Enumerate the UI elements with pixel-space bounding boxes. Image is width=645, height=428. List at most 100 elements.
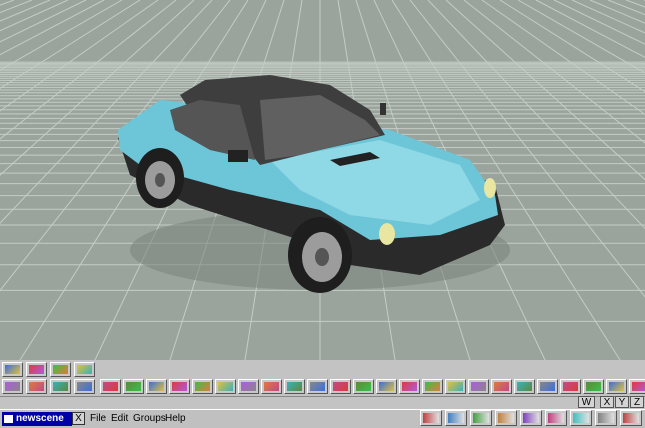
scene-render-button[interactable]	[420, 410, 442, 426]
close-button[interactable]: X	[72, 412, 85, 425]
spline-icon	[563, 382, 578, 391]
lasso-icon	[425, 382, 440, 391]
brush-button[interactable]	[520, 410, 542, 426]
tool-palette	[0, 360, 645, 396]
globe-icon	[598, 413, 614, 423]
arrow-tool-tool-button[interactable]	[284, 379, 305, 394]
map-button[interactable]	[495, 410, 517, 426]
box-tool-button[interactable]	[215, 379, 236, 394]
wave-icon	[517, 382, 532, 391]
circle-icon	[402, 382, 417, 391]
paint-icon	[172, 382, 187, 391]
fire-tool-button[interactable]	[330, 379, 351, 394]
status-row	[0, 396, 645, 410]
view-selector-value: W	[581, 397, 592, 408]
select-arrow-icon	[195, 382, 210, 391]
fire-icon	[333, 382, 348, 391]
texture-tool-button[interactable]	[376, 379, 397, 394]
spray-tool-button[interactable]	[261, 379, 282, 394]
scene-canvas[interactable]	[0, 0, 645, 360]
path-tool-button[interactable]	[445, 379, 466, 394]
scene-tab-label: newscene	[16, 413, 64, 424]
axis-y-button[interactable]: Y	[615, 396, 629, 408]
mountain-button[interactable]	[570, 410, 592, 426]
torus-icon	[241, 382, 256, 391]
sphere-icon	[126, 382, 141, 391]
cube-tool-button[interactable]	[307, 379, 328, 394]
bones-icon	[586, 382, 601, 391]
rotate-tool-button[interactable]	[74, 379, 95, 394]
select-arrow-tool-button[interactable]	[192, 379, 213, 394]
scene-logo-icon	[4, 415, 13, 423]
plane-icon	[471, 382, 486, 391]
magnet-icon	[609, 382, 624, 391]
menu-groups[interactable]: Groups	[133, 413, 166, 424]
keyframe-tool-button[interactable]	[629, 379, 645, 394]
view-selector[interactable]: W	[578, 396, 595, 408]
shapes-tool-button[interactable]	[146, 379, 167, 394]
cube-icon	[310, 382, 325, 391]
grid-tool-button[interactable]	[2, 362, 23, 377]
menu-help[interactable]: Help	[165, 413, 186, 424]
mesh-tool-button[interactable]	[537, 379, 558, 394]
axes-icon	[29, 365, 44, 374]
torus-tool-button[interactable]	[238, 379, 259, 394]
move-axes-tool-button[interactable]	[50, 379, 71, 394]
camera-icon	[53, 365, 68, 374]
spline-curve-button[interactable]	[470, 410, 492, 426]
render-icon	[77, 365, 92, 374]
undo-tool-button[interactable]	[2, 379, 23, 394]
3d-viewport[interactable]	[0, 0, 645, 360]
wireframe-icon	[623, 413, 639, 423]
wireframe-button[interactable]	[620, 410, 642, 426]
render-tool-button[interactable]	[74, 362, 95, 377]
axis-z-button[interactable]: Z	[630, 396, 644, 408]
plane-tool-button[interactable]	[468, 379, 489, 394]
shapes-icon	[149, 382, 164, 391]
undo-icon	[5, 382, 20, 391]
scene-render-icon	[423, 413, 439, 423]
keyframe-icon	[632, 382, 645, 391]
menu-edit[interactable]: Edit	[111, 413, 128, 424]
spline-tool-button[interactable]	[560, 379, 581, 394]
texture-icon	[379, 382, 394, 391]
delete-tool-button[interactable]	[26, 379, 47, 394]
grid-icon	[5, 365, 20, 374]
circle-tool-button[interactable]	[399, 379, 420, 394]
spray-icon	[264, 382, 279, 391]
flag-icon	[548, 413, 564, 423]
axis-x-button[interactable]: X	[600, 396, 614, 408]
axes-tool-button[interactable]	[26, 362, 47, 377]
flag-button[interactable]	[545, 410, 567, 426]
map-icon	[498, 413, 514, 423]
mesh-icon	[540, 382, 555, 391]
terrain-button[interactable]	[445, 410, 467, 426]
car-model[interactable]	[118, 75, 510, 293]
mountain-icon	[573, 413, 589, 423]
arrow-tool-icon	[287, 382, 302, 391]
light-tool-button[interactable]	[100, 379, 121, 394]
bones-tool-button[interactable]	[583, 379, 604, 394]
rotate-icon	[77, 382, 92, 391]
sphere-tool-button[interactable]	[123, 379, 144, 394]
terrain-icon	[448, 413, 464, 423]
lasso-tool-button[interactable]	[422, 379, 443, 394]
stripes-icon	[494, 382, 509, 391]
scene-tab-button[interactable]: newscene	[2, 412, 72, 426]
camera-tool-button[interactable]	[50, 362, 71, 377]
move-axes-icon	[53, 382, 68, 391]
menu-file[interactable]: File	[90, 413, 106, 424]
wave-tool-button[interactable]	[514, 379, 535, 394]
path-icon	[448, 382, 463, 391]
paint-tool-button[interactable]	[169, 379, 190, 394]
delete-icon	[29, 382, 44, 391]
globe-button[interactable]	[595, 410, 617, 426]
brush-icon	[523, 413, 539, 423]
cylinder-icon	[356, 382, 371, 391]
cylinder-tool-button[interactable]	[353, 379, 374, 394]
magnet-tool-button[interactable]	[606, 379, 627, 394]
spline-curve-icon	[473, 413, 489, 423]
stripes-tool-button[interactable]	[491, 379, 512, 394]
light-icon	[103, 382, 118, 391]
box-icon	[218, 382, 233, 391]
